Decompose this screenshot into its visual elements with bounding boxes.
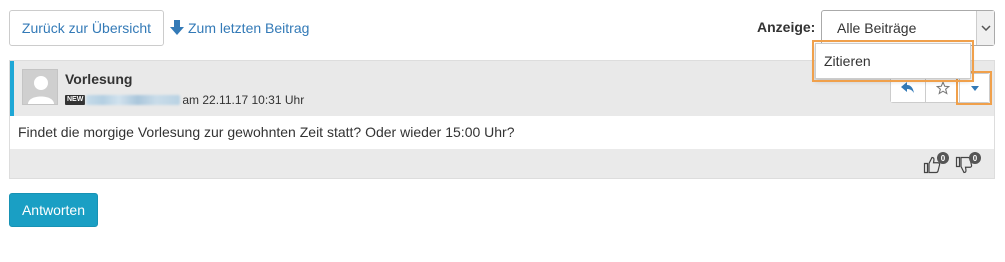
display-filter-label: Anzeige: <box>757 19 816 35</box>
select-chevron-icon <box>976 11 994 45</box>
reply-button[interactable]: Antworten <box>9 193 98 227</box>
reply-icon <box>901 82 914 93</box>
post-body: Findet die morgige Vorlesung zur gewohnt… <box>18 124 515 140</box>
avatar <box>22 69 58 105</box>
post-footer: 0 0 <box>10 149 994 178</box>
post-date: am 22.11.17 10:31 Uhr <box>182 93 305 107</box>
star-icon <box>935 81 950 95</box>
post-title: Vorlesung <box>65 71 133 87</box>
jump-to-last-post-label: Zum letzten Beitrag <box>188 20 310 36</box>
arrow-down-icon <box>170 20 184 35</box>
back-to-overview-button[interactable]: Zurück zur Übersicht <box>9 10 164 46</box>
like-button[interactable]: 0 <box>923 152 949 175</box>
new-badge: NEW <box>65 95 86 105</box>
quote-menu-label: Zitieren <box>824 53 871 69</box>
display-filter-value: Alle Beiträge <box>837 20 917 36</box>
caret-down-icon <box>970 85 979 91</box>
dislike-button[interactable]: 0 <box>955 152 981 175</box>
like-count-badge: 0 <box>937 152 949 164</box>
author-name-redacted <box>86 95 181 105</box>
post-meta: NEW am 22.11.17 10:31 Uhr <box>65 93 304 107</box>
display-filter-select[interactable]: Alle Beiträge <box>821 10 995 46</box>
jump-to-last-post-link[interactable]: Zum letzten Beitrag <box>170 18 309 38</box>
dislike-count-badge: 0 <box>969 152 981 164</box>
user-placeholder-icon <box>23 70 57 104</box>
post-menu-item-quote[interactable]: Zitieren <box>812 40 974 82</box>
